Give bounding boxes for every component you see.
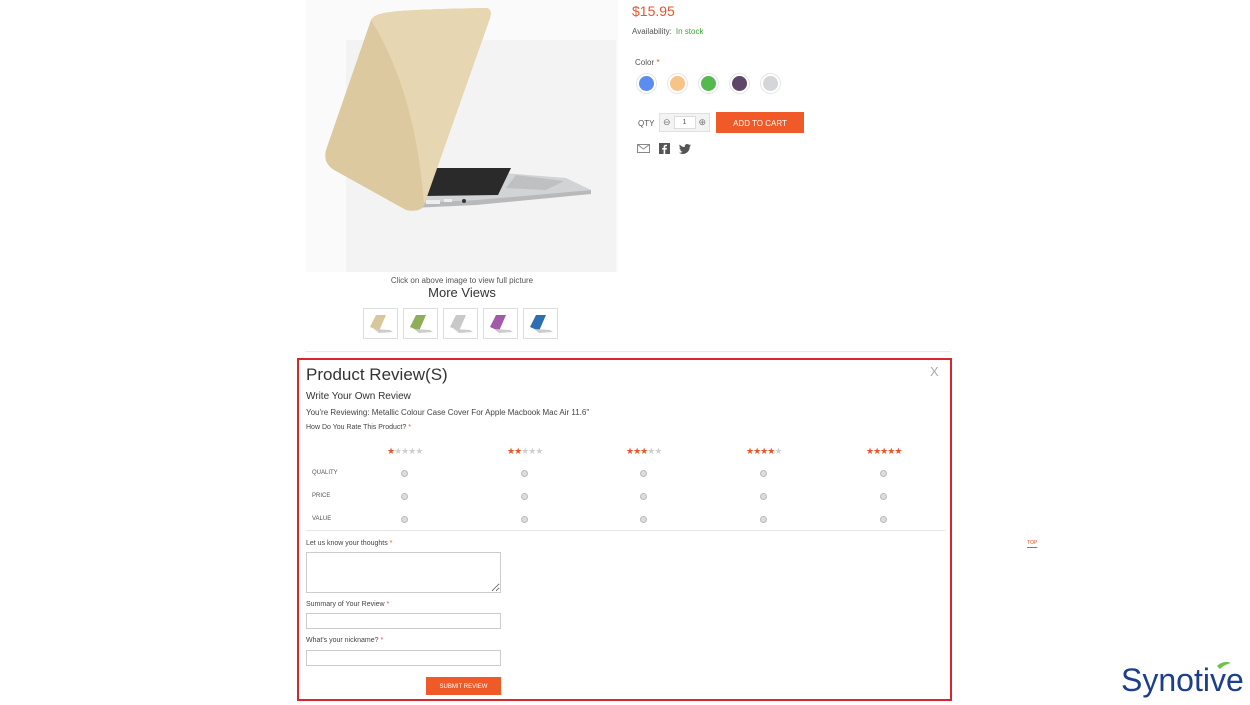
color-swatch-green[interactable] (699, 74, 718, 93)
thumbnail-green[interactable] (403, 308, 438, 339)
required-mark: * (389, 540, 393, 547)
rating-radio[interactable] (521, 516, 528, 523)
nickname-input[interactable] (306, 650, 501, 666)
star-rating-1: ★★★★★ (387, 446, 423, 456)
rating-radio[interactable] (521, 470, 528, 477)
product-price: $15.95 (632, 3, 675, 19)
availability: Availability: In stock (632, 27, 703, 36)
rating-radio[interactable] (640, 470, 647, 477)
thumbnail-blue[interactable] (523, 308, 558, 339)
summary-label-text: Summary of Your Review (306, 601, 385, 608)
write-review-heading: Write Your Own Review (306, 391, 411, 402)
thumbnail-strip (363, 308, 558, 339)
color-swatch-peach[interactable] (668, 74, 687, 93)
nickname-label-text: What's your nickname? (306, 637, 379, 644)
rate-question-text: How Do You Rate This Product? (306, 424, 407, 431)
required-mark: * (380, 637, 384, 644)
close-button[interactable]: X (930, 364, 939, 379)
review-dialog: Product Review(S) X Write Your Own Revie… (297, 358, 952, 701)
divider (306, 530, 945, 531)
rate-question: How Do You Rate This Product? * (306, 424, 411, 431)
color-swatch-silver[interactable] (761, 74, 780, 93)
required-mark: * (408, 424, 411, 431)
back-to-top-link[interactable]: TOP (1027, 540, 1038, 548)
more-views-title: More Views (428, 285, 496, 300)
submit-review-button[interactable]: SUBMIT REVIEW (426, 677, 501, 695)
summary-label: Summary of Your Review * (306, 601, 389, 608)
thoughts-textarea[interactable] (306, 552, 501, 593)
rating-radio[interactable] (401, 470, 408, 477)
image-caption: Click on above image to view full pictur… (390, 276, 534, 285)
twitter-icon[interactable] (679, 143, 691, 154)
add-to-cart-button[interactable]: ADD TO CART (716, 112, 804, 133)
thumbnail-silver[interactable] (443, 308, 478, 339)
rating-radio[interactable] (760, 470, 767, 477)
star-rating-2: ★★★★★ (507, 446, 543, 456)
star-rating-5: ★★★★★ (866, 446, 902, 456)
share-links (637, 143, 691, 154)
availability-label: Availability: (632, 27, 672, 36)
rating-radio[interactable] (640, 516, 647, 523)
synotive-logo: Synotive (1121, 660, 1244, 700)
plus-icon[interactable]: ⊕ (698, 117, 706, 128)
reviewing-product: You're Reviewing: Metallic Colour Case C… (306, 408, 590, 417)
rating-row-label: VALUE (312, 516, 332, 522)
color-label: Color * (635, 58, 659, 67)
star-rating-4: ★★★★★ (746, 446, 782, 456)
summary-input[interactable] (306, 613, 501, 629)
thoughts-label-text: Let us know your thoughts (306, 540, 388, 547)
rating-radio[interactable] (401, 493, 408, 500)
email-icon[interactable] (637, 144, 650, 153)
star-rating-3: ★★★★★ (626, 446, 662, 456)
rating-radio[interactable] (640, 493, 647, 500)
rating-row-label: PRICE (312, 493, 331, 499)
quantity-stepper[interactable]: ⊖ 1 ⊕ (659, 113, 710, 132)
color-swatches (637, 74, 780, 93)
color-swatch-purple[interactable] (730, 74, 749, 93)
quantity-input[interactable]: 1 (673, 116, 696, 129)
thumbnail-gold[interactable] (363, 308, 398, 339)
color-swatch-blue[interactable] (637, 74, 656, 93)
required-mark: * (386, 601, 390, 608)
nickname-label: What's your nickname? * (306, 637, 383, 644)
rating-radio[interactable] (760, 516, 767, 523)
rating-radio[interactable] (880, 470, 887, 477)
review-title: Product Review(S) (306, 365, 448, 384)
qty-label: QTY (638, 119, 655, 128)
thumbnail-purple[interactable] (483, 308, 518, 339)
product-image[interactable] (306, 0, 618, 272)
required-mark: * (656, 58, 660, 67)
rating-radio[interactable] (521, 493, 528, 500)
rating-radio[interactable] (760, 493, 767, 500)
logo-text: Synotive (1121, 662, 1243, 698)
rating-radio[interactable] (401, 516, 408, 523)
thoughts-label: Let us know your thoughts * (306, 540, 392, 547)
stock-status: In stock (675, 27, 704, 36)
facebook-icon[interactable] (659, 143, 670, 154)
divider (306, 351, 950, 352)
rating-radio[interactable] (880, 516, 887, 523)
minus-icon[interactable]: ⊖ (663, 117, 671, 128)
rating-radio[interactable] (880, 493, 887, 500)
color-label-text: Color (635, 58, 655, 67)
rating-row-label: QUALITY (312, 470, 338, 476)
